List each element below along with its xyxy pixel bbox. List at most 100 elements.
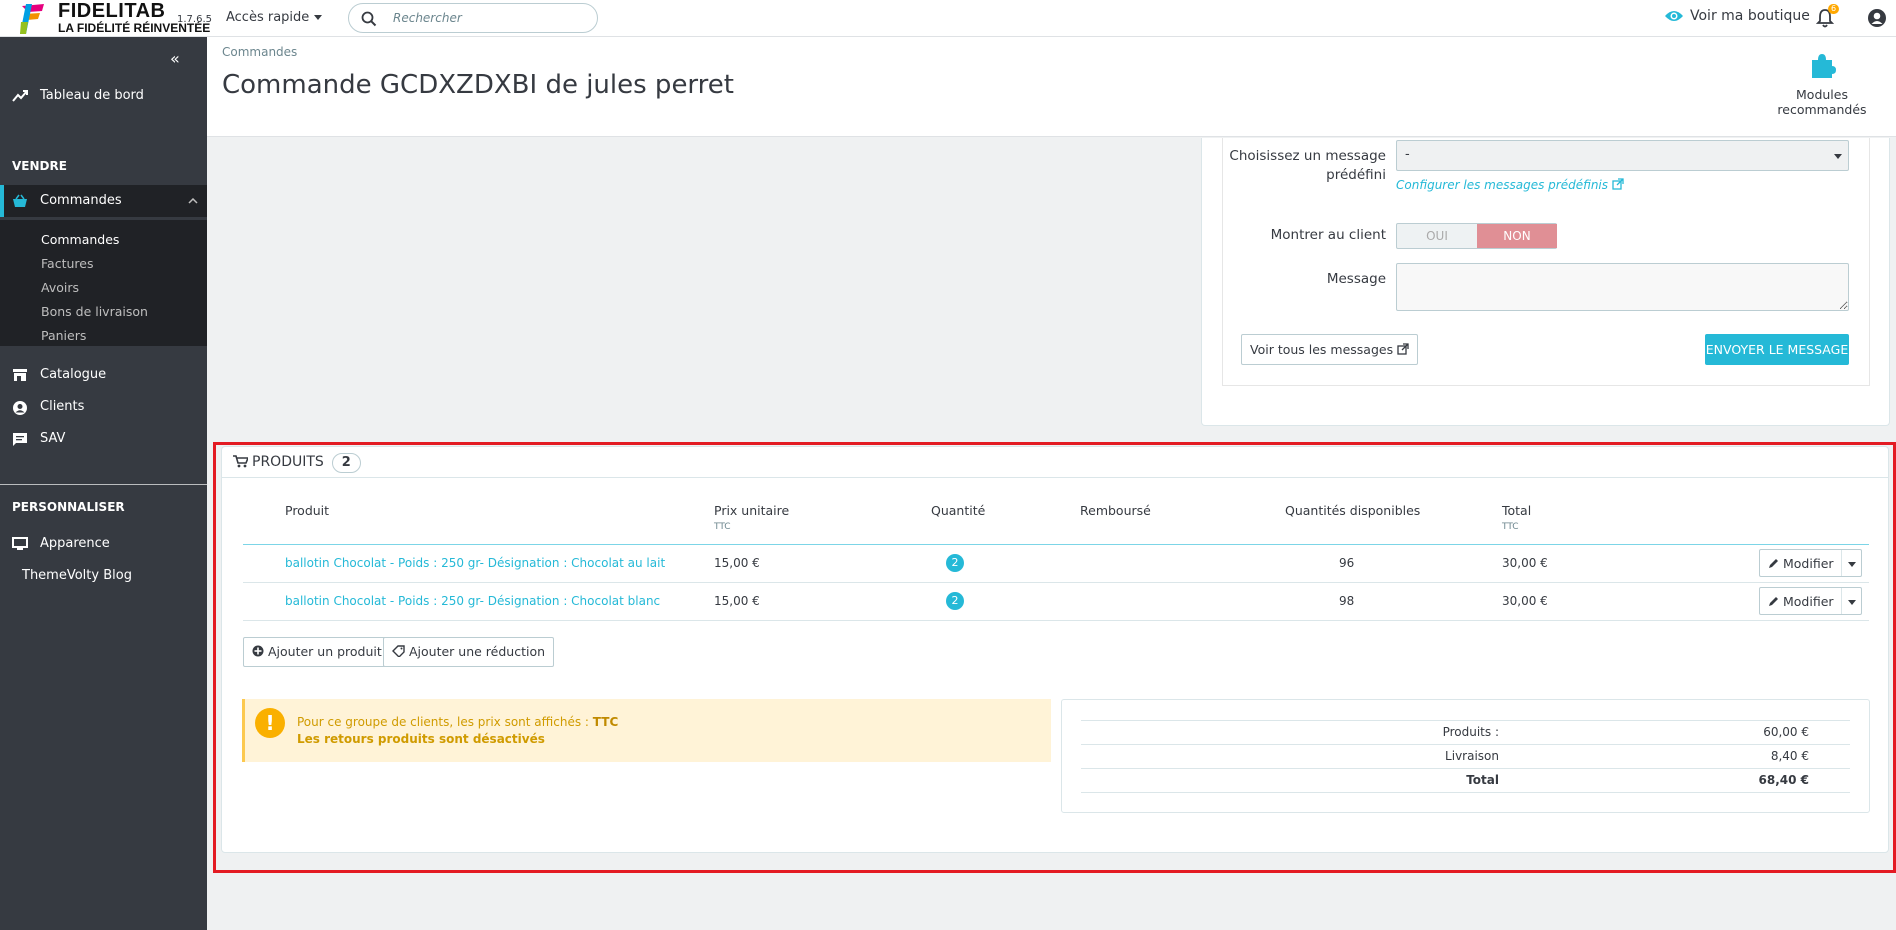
submenu-carts[interactable]: Paniers: [41, 328, 86, 343]
predefined-message-label: Choisissez un message prédéfini: [1200, 148, 1386, 183]
chat-icon: [13, 433, 27, 446]
submenu-delivery-slips[interactable]: Bons de livraison: [41, 304, 148, 319]
totals-divider: [1081, 768, 1850, 769]
chevron-down-icon[interactable]: [1848, 562, 1856, 567]
eye-icon: [1665, 11, 1683, 21]
product-quantity-badge: 2: [946, 592, 964, 610]
configure-messages-label: Configurer les messages prédéfinis: [1396, 178, 1609, 192]
modify-product-label: Modifier: [1768, 556, 1834, 571]
sidebar-item-dashboard[interactable]: Tableau de bord: [0, 80, 207, 112]
search-icon[interactable]: [361, 11, 377, 27]
submenu-invoices[interactable]: Factures: [41, 256, 93, 271]
product-name-link[interactable]: ballotin Chocolat - Poids : 250 gr- Dési…: [285, 594, 660, 608]
products-title: PRODUITS: [252, 454, 324, 470]
add-product-button[interactable]: Ajouter un produit: [243, 637, 391, 667]
add-product-label: Ajouter un produit: [267, 644, 382, 659]
sidebar-item-appearance[interactable]: Apparence: [0, 528, 207, 560]
version-label: 1.7.6.5: [177, 14, 212, 25]
predefined-message-select[interactable]: -: [1396, 140, 1849, 171]
fidelitab-logo[interactable]: [18, 2, 48, 36]
sidebar-item-sav[interactable]: SAV: [0, 423, 207, 455]
totals-divider: [1081, 720, 1850, 721]
add-discount-button[interactable]: Ajouter une réduction: [383, 637, 555, 667]
totals-divider: [1081, 744, 1850, 745]
split-divider: [1841, 588, 1842, 614]
store-icon: [13, 369, 27, 381]
modify-label-text: Modifier: [1782, 556, 1834, 571]
notifications-badge: 6: [1828, 4, 1840, 14]
external-link-icon: [1612, 178, 1624, 190]
monitor-icon: [12, 537, 28, 550]
toggle-yes[interactable]: OUI: [1397, 224, 1477, 248]
column-header-quantity: Quantité: [931, 503, 986, 518]
submenu-orders[interactable]: Commandes: [41, 232, 119, 247]
pencil-icon: [1769, 559, 1778, 568]
breadcrumb[interactable]: Commandes: [222, 45, 297, 59]
totals-shipping-label: Livraison: [1445, 749, 1499, 763]
alert-returns-disabled: Les retours produits sont désactivés: [297, 732, 545, 746]
product-unit-price: 15,00 €: [714, 556, 760, 570]
basket-icon: [13, 194, 27, 207]
tag-icon: [392, 645, 405, 658]
user-menu[interactable]: [1867, 8, 1887, 32]
sidebar-section-customize: PERSONNALISER: [12, 500, 125, 514]
sidebar-item-orders[interactable]: Commandes: [0, 185, 207, 217]
sidebar-item-label: Tableau de bord: [40, 88, 144, 103]
submenu-credit-slips[interactable]: Avoirs: [41, 280, 79, 295]
table-header-divider: [243, 544, 1869, 545]
alert-strong: TTC: [592, 715, 619, 729]
notifications-button[interactable]: 6: [1815, 4, 1840, 32]
predefined-message-label-line2: prédéfini: [1326, 167, 1386, 183]
chevron-down-icon[interactable]: [1848, 600, 1856, 605]
sidebar-item-label: Clients: [40, 399, 85, 414]
toggle-no[interactable]: NON: [1477, 224, 1557, 248]
recommended-modules-label: Modules recommandés: [1777, 87, 1867, 117]
add-discount-label: Ajouter une réduction: [408, 644, 546, 659]
column-header-unit-price: Prix unitaire TTC: [714, 503, 789, 532]
column-header-total-label: Total: [1502, 503, 1532, 518]
recommended-modules-button[interactable]: Modules recommandés: [1752, 51, 1892, 117]
sidebar-item-themevolty[interactable]: ThemeVolty Blog: [0, 560, 207, 592]
collapse-sidebar-icon[interactable]: «: [170, 49, 180, 68]
column-header-unit-price-sub: TTC: [714, 522, 731, 532]
totals-products-value: 60,00 €: [1763, 725, 1809, 739]
message-textarea[interactable]: [1396, 263, 1849, 311]
modify-label-text: Modifier: [1782, 594, 1834, 609]
configure-messages-link[interactable]: Configurer les messages prédéfinis: [1396, 178, 1624, 192]
chevron-down-icon: [1834, 154, 1842, 159]
table-row-divider: [243, 582, 1869, 583]
sidebar-item-label: Commandes: [40, 193, 122, 208]
view-all-messages-button[interactable]: Voir tous les messages: [1241, 334, 1419, 365]
totals-divider: [1081, 792, 1850, 793]
modify-product-button[interactable]: Modifier: [1759, 549, 1862, 577]
top-bar: FIDELITAB LA FIDÉLITÉ RÉINVENTÉE 1.7.6.5…: [0, 0, 1896, 37]
tax-info-alert: ! Pour ce groupe de clients, les prix so…: [242, 699, 1051, 762]
sidebar-item-clients[interactable]: Clients: [0, 391, 207, 423]
sidebar-item-catalog[interactable]: Catalogue: [0, 359, 207, 391]
view-shop-link[interactable]: Voir ma boutique: [1664, 8, 1810, 24]
quick-access-dropdown[interactable]: Accès rapide: [226, 10, 323, 25]
column-header-product: Produit: [285, 503, 330, 518]
pencil-icon: [1769, 597, 1778, 606]
show-client-toggle[interactable]: OUI NON: [1396, 223, 1557, 249]
product-available-quantity: 98: [1339, 594, 1355, 608]
sidebar-section-sell: VENDRE: [12, 159, 67, 173]
sidebar-item-label: SAV: [40, 431, 66, 446]
view-shop-label: Voir ma boutique: [1690, 8, 1810, 24]
sidebar-item-label: ThemeVolty Blog: [22, 568, 132, 583]
user-icon: [1868, 9, 1886, 27]
totals-total-label: Total: [1466, 773, 1499, 787]
product-total: 30,00 €: [1502, 594, 1548, 608]
sidebar-item-label: Catalogue: [40, 367, 107, 382]
orders-submenu: Commandes Factures Avoirs Bons de livrai…: [0, 220, 207, 346]
modify-product-button[interactable]: Modifier: [1759, 587, 1862, 615]
search-input[interactable]: [393, 9, 583, 27]
product-total: 30,00 €: [1502, 556, 1548, 570]
send-message-button[interactable]: ENVOYER LE MESSAGE: [1705, 334, 1849, 365]
search-box[interactable]: [348, 3, 598, 33]
split-divider: [1841, 550, 1842, 576]
product-name-link[interactable]: ballotin Chocolat - Poids : 250 gr- Dési…: [285, 556, 665, 570]
page-header: Commandes Commande GCDXZDXBI de jules pe…: [207, 37, 1896, 137]
alert-message: Pour ce groupe de clients, les prix sont…: [297, 715, 589, 729]
modify-product-label: Modifier: [1768, 594, 1834, 609]
